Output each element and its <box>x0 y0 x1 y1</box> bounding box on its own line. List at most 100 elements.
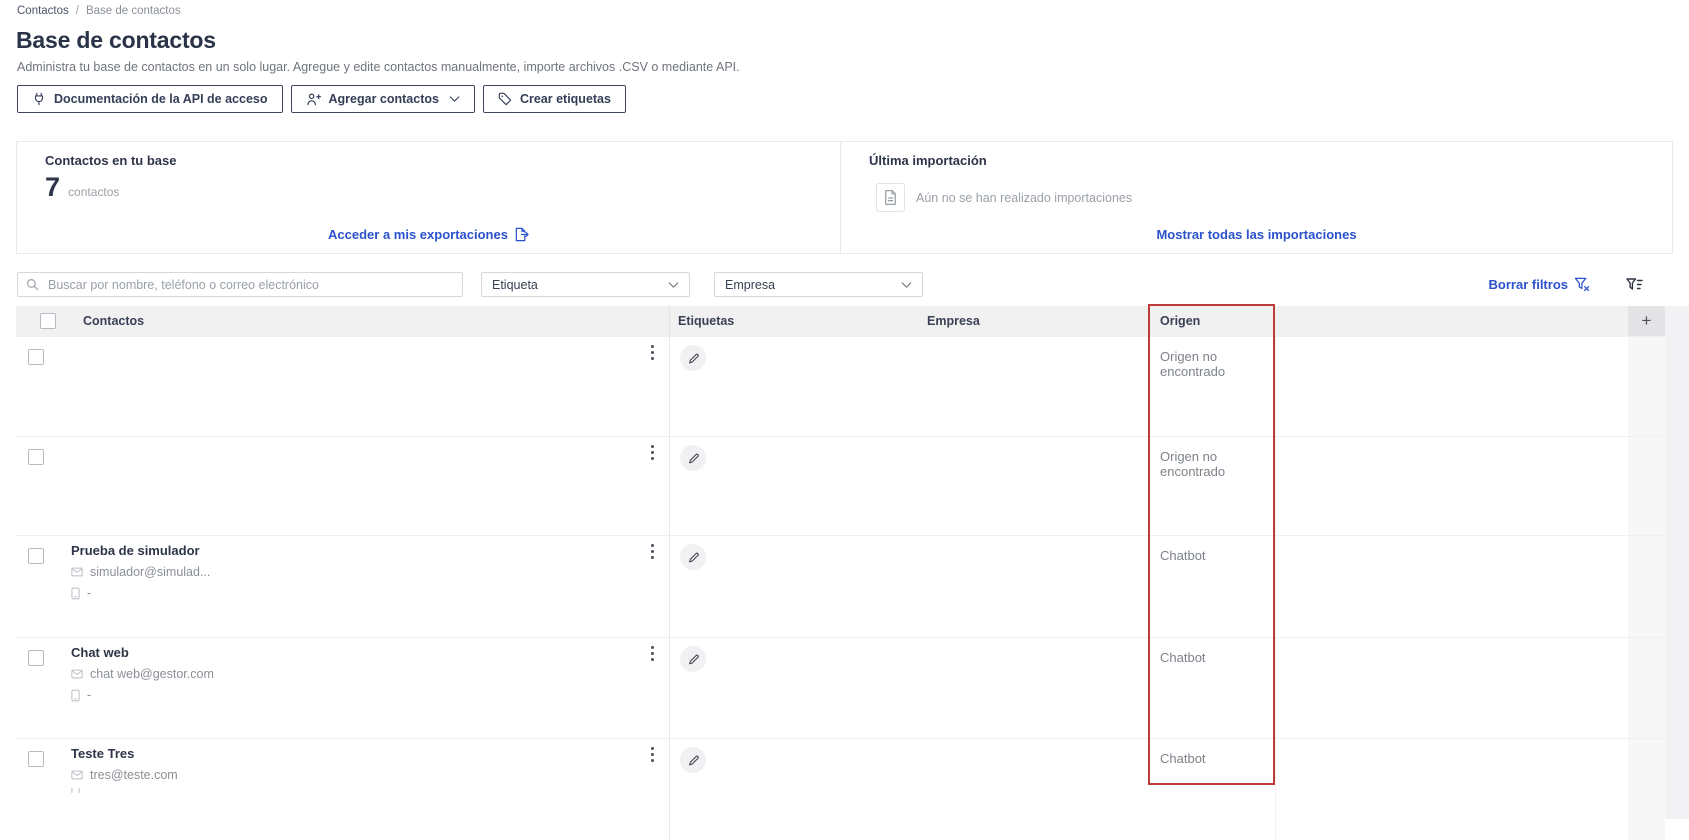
clear-filters-link[interactable]: Borrar filtros <box>1489 277 1590 292</box>
row-checkbox[interactable] <box>28 449 44 465</box>
api-docs-label: Documentación de la API de acceso <box>54 92 268 106</box>
company-filter-select[interactable]: Empresa <box>714 272 923 297</box>
origin-cell: Origen no encontrado <box>1148 337 1276 436</box>
api-docs-button[interactable]: Documentación de la API de acceso <box>17 85 283 113</box>
company-cell <box>917 739 1148 840</box>
search-input[interactable] <box>46 276 454 293</box>
tag-filter-label: Etiqueta <box>492 277 538 292</box>
contact-phone: - <box>87 586 92 600</box>
contacts-table: Contactos Etiquetas Empresa Origen + Ori… <box>16 306 1665 840</box>
import-empty-message: Aún no se han realizado importaciones <box>916 190 1133 205</box>
create-tags-label: Crear etiquetas <box>519 92 611 106</box>
page-subtitle: Administra tu base de contactos en un so… <box>17 60 740 74</box>
header-actions: Documentación de la API de acceso Agrega… <box>17 85 626 113</box>
kebab-menu-icon[interactable] <box>645 445 659 460</box>
add-column-cell <box>1628 337 1665 436</box>
table-row: Teste Tres tres@teste.com Chatbot <box>16 738 1665 840</box>
contacts-count-card: Contactos en tu base 7 contactos Acceder… <box>17 142 841 253</box>
table-row: Origen no encontrado <box>16 436 1665 535</box>
edit-pencil-icon <box>687 754 700 767</box>
chevron-down-icon <box>668 281 679 288</box>
chevron-down-icon <box>449 96 460 102</box>
origin-cell: Origen no encontrado <box>1148 437 1276 535</box>
table-row: Prueba de simulador simulador@simulad...… <box>16 535 1665 637</box>
company-cell <box>917 437 1148 535</box>
table-right-gutter <box>1665 306 1689 819</box>
row-checkbox[interactable] <box>28 548 44 564</box>
page-title: Base de contactos <box>16 27 216 53</box>
origin-cell: Chatbot <box>1148 536 1276 637</box>
edit-tags-button[interactable] <box>680 747 706 773</box>
edit-tags-button[interactable] <box>680 345 706 371</box>
breadcrumb-current-page: Base de contactos <box>85 5 181 17</box>
add-column-button[interactable]: + <box>1628 306 1665 336</box>
contacts-count-number: 7 <box>45 172 61 202</box>
contact-phone: - <box>87 688 92 702</box>
column-header-origin: Origen <box>1160 314 1201 328</box>
column-header-contacts: Contactos <box>83 314 145 328</box>
import-empty-state: Aún no se han realizado importaciones <box>876 183 1132 212</box>
edit-pencil-icon <box>687 452 700 465</box>
origin-cell: Chatbot <box>1148 638 1276 738</box>
breadcrumb: Contactos / Base de contactos <box>17 5 181 17</box>
kebab-menu-icon[interactable] <box>645 747 659 762</box>
export-document-icon <box>514 227 529 242</box>
contact-email: chat web@gestor.com <box>90 667 214 681</box>
phone-icon <box>71 587 80 600</box>
contacts-card-title: Contactos en tu base <box>45 153 177 168</box>
search-box <box>17 272 463 297</box>
contact-email: tres@teste.com <box>90 768 178 782</box>
row-checkbox[interactable] <box>28 349 44 365</box>
contact-email: simulador@simulad... <box>90 565 211 579</box>
table-row: Chat web chat web@gestor.com - Chatbot <box>16 637 1665 738</box>
add-contacts-button[interactable]: Agregar contactos <box>290 85 475 113</box>
contacts-count: 7 contactos <box>45 172 119 203</box>
contact-name: Teste Tres <box>71 746 135 761</box>
filter-icon[interactable] <box>1626 277 1643 292</box>
edit-pencil-icon <box>687 653 700 666</box>
row-checkbox[interactable] <box>28 650 44 666</box>
edit-pencil-icon <box>687 551 700 564</box>
breadcrumb-contactos[interactable]: Contactos <box>17 5 69 17</box>
contact-name: Chat web <box>71 645 129 660</box>
kebab-menu-icon[interactable] <box>645 646 659 661</box>
phone-icon <box>71 689 80 702</box>
table-header: Contactos Etiquetas Empresa Origen + <box>16 306 1665 336</box>
add-column-cell <box>1628 739 1665 840</box>
add-column-cell <box>1628 638 1665 738</box>
kebab-menu-icon[interactable] <box>645 544 659 559</box>
company-cell <box>917 638 1148 738</box>
tag-filter-select[interactable]: Etiqueta <box>481 272 690 297</box>
edit-tags-button[interactable] <box>680 445 706 471</box>
contacts-count-label: contactos <box>68 185 120 199</box>
show-all-imports-link[interactable]: Mostrar todas las importaciones <box>1156 227 1356 242</box>
exports-link[interactable]: Acceder a mis exportaciones <box>328 227 529 242</box>
add-column-cell <box>1628 437 1665 535</box>
column-header-tags: Etiquetas <box>678 314 735 328</box>
breadcrumb-separator: / <box>75 5 79 17</box>
kebab-menu-icon[interactable] <box>645 345 659 360</box>
last-import-card: Última importación Aún no se han realiza… <box>841 142 1672 253</box>
document-icon <box>876 183 905 212</box>
row-checkbox[interactable] <box>28 751 44 767</box>
edit-tags-button[interactable] <box>680 544 706 570</box>
summary-cards: Contactos en tu base 7 contactos Acceder… <box>16 141 1673 254</box>
contact-name: Prueba de simulador <box>71 543 200 558</box>
phone-icon <box>71 788 80 793</box>
mail-icon <box>71 567 83 577</box>
create-tags-button[interactable]: Crear etiquetas <box>482 85 626 113</box>
clear-filters-label: Borrar filtros <box>1488 277 1568 292</box>
edit-pencil-icon <box>687 352 700 365</box>
add-user-icon <box>306 92 321 107</box>
select-all-checkbox[interactable] <box>40 313 56 329</box>
add-contacts-label: Agregar contactos <box>328 92 439 106</box>
company-cell <box>917 337 1148 436</box>
edit-tags-button[interactable] <box>680 646 706 672</box>
company-filter-label: Empresa <box>725 277 776 292</box>
exports-link-label: Acceder a mis exportaciones <box>328 227 508 242</box>
show-all-imports-label: Mostrar todas las importaciones <box>1156 227 1357 242</box>
tag-icon <box>498 92 512 106</box>
filter-bar: Etiqueta Empresa Borrar filtros <box>17 272 1643 297</box>
search-icon <box>26 278 39 291</box>
plug-icon <box>32 92 46 106</box>
